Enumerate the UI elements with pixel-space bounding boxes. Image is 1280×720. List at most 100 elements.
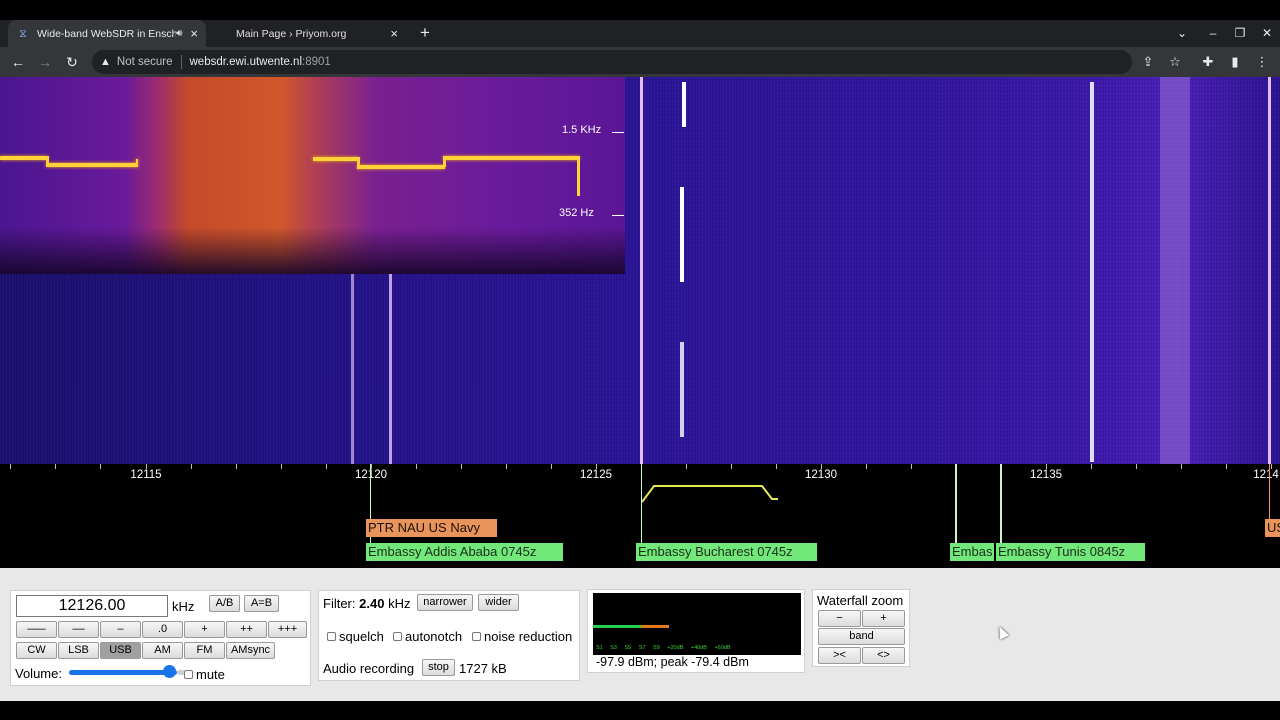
- recording-label: Audio recording: [323, 661, 415, 676]
- filter-readout: Filter: 2.40 kHz: [323, 596, 410, 611]
- side-panel-icon[interactable]: ▮: [1225, 52, 1245, 72]
- navigation-bar: ← → ↻ ▲ Not secure websdr.ewi.utwente.nl…: [0, 47, 1280, 77]
- restore-icon[interactable]: ❐: [1232, 23, 1248, 43]
- mode-lsb-button[interactable]: LSB: [58, 642, 99, 659]
- scale-tick: [191, 464, 192, 469]
- tab-priyom[interactable]: Main Page › Priyom.org ×: [210, 20, 406, 47]
- mute-checkbox[interactable]: mute: [184, 667, 225, 682]
- zoom-out-button[interactable]: −: [818, 610, 861, 627]
- back-icon[interactable]: ←: [8, 52, 28, 72]
- carrier-trace: [443, 156, 579, 160]
- scale-tick: [1136, 464, 1137, 469]
- tab-websdr[interactable]: ⧖ Wide-band WebSDR in Ensch 🔊︎ ×: [8, 20, 206, 47]
- step-down-small-button[interactable]: –: [100, 621, 141, 638]
- mute-check-icon: [184, 670, 193, 679]
- spectrogram-tick: [612, 215, 624, 216]
- close-window-icon[interactable]: ✕: [1259, 23, 1275, 43]
- extensions-icon[interactable]: ✚: [1198, 52, 1218, 72]
- new-tab-icon[interactable]: +: [416, 23, 434, 43]
- scale-tick: [731, 464, 732, 469]
- station-label[interactable]: Embassy Tunis 0845z: [996, 543, 1145, 561]
- passband-indicator[interactable]: [642, 484, 778, 506]
- signal-level-bar: [593, 625, 641, 628]
- scale-tick: [1181, 464, 1182, 469]
- mode-fm-button[interactable]: FM: [184, 642, 225, 659]
- share-icon[interactable]: ⇪: [1138, 52, 1158, 72]
- scale-tick: [1091, 464, 1092, 469]
- websdr-favicon-icon: ⧖: [19, 27, 27, 40]
- control-area: 12126.00 kHz A/B A=B ––– –– – .0 + ++ ++…: [0, 568, 1280, 701]
- signal-trace: [640, 77, 643, 464]
- noise-reduction-checkbox[interactable]: noise reduction: [472, 629, 572, 644]
- ab-button[interactable]: A/B: [209, 595, 240, 612]
- station-label[interactable]: Embassy Addis Ababa 0745z: [366, 543, 563, 561]
- volume-label: Volume:: [15, 666, 62, 681]
- a-equals-b-button[interactable]: A=B: [244, 595, 279, 612]
- carrier-trace: [357, 165, 445, 169]
- address-bar[interactable]: ▲ Not secure websdr.ewi.utwente.nl :8901: [92, 50, 1132, 74]
- scale-tick: [10, 464, 11, 469]
- waterfall-display[interactable]: 1.5 KHz 352 Hz: [0, 77, 1280, 464]
- address-separator: [180, 55, 182, 69]
- stop-recording-button[interactable]: stop: [422, 659, 455, 676]
- scale-tick: [866, 464, 867, 469]
- filter-panel: Filter: 2.40 kHz narrower wider squelch …: [318, 590, 580, 681]
- freq-label: 1214: [1253, 469, 1279, 481]
- menu-icon[interactable]: ⋮: [1252, 52, 1272, 72]
- forward-icon[interactable]: →: [35, 52, 55, 72]
- spectrogram-label-low: 352 Hz: [559, 207, 594, 219]
- mode-usb-button[interactable]: USB: [100, 642, 141, 659]
- mode-am-button[interactable]: AM: [142, 642, 183, 659]
- mode-cw-button[interactable]: CW: [16, 642, 57, 659]
- frequency-input[interactable]: 12126.00: [16, 595, 168, 617]
- narrower-button[interactable]: narrower: [417, 594, 473, 611]
- morse-trace: [682, 82, 686, 127]
- speaker-icon[interactable]: 🔊︎: [176, 28, 182, 39]
- close-tab-icon[interactable]: ×: [390, 26, 398, 41]
- carrier-trace: [313, 157, 359, 161]
- spectrogram-tick: [612, 132, 624, 133]
- frequency-scale[interactable]: 12115 12120 12125 12130 12135 1214 PTR N…: [0, 464, 1280, 568]
- tab-title: Wide-band WebSDR in Ensch: [37, 27, 177, 40]
- step-down-medium-button[interactable]: ––: [58, 621, 99, 638]
- scale-tick: [551, 464, 552, 469]
- freq-label: 12130: [805, 469, 837, 481]
- station-label[interactable]: PTR NAU US Navy: [366, 519, 497, 537]
- volume-slider-thumb[interactable]: [163, 665, 176, 678]
- zoom-band-button[interactable]: band: [818, 628, 905, 645]
- scale-tick: [911, 464, 912, 469]
- station-label[interactable]: US: [1265, 519, 1280, 537]
- signal-trace: [1090, 82, 1094, 462]
- waterfall-zoom-title: Waterfall zoom: [817, 593, 904, 608]
- zoom-in-button[interactable]: +: [862, 610, 905, 627]
- zoom-narrow-button[interactable]: ><: [818, 647, 861, 664]
- close-tab-icon[interactable]: ×: [190, 26, 198, 41]
- autonotch-checkbox[interactable]: autonotch: [393, 629, 462, 644]
- freq-label: 12135: [1030, 469, 1062, 481]
- reload-icon[interactable]: ↻: [62, 52, 82, 72]
- peak-level-bar: [641, 625, 669, 628]
- station-label[interactable]: Embassy Bucharest 0745z: [636, 543, 817, 561]
- squelch-checkbox[interactable]: squelch: [327, 629, 384, 644]
- screen-bottom-border: [0, 701, 1280, 720]
- round-frequency-button[interactable]: .0: [142, 621, 183, 638]
- tab-search-icon[interactable]: ⌄: [1174, 23, 1190, 43]
- signal-reading: -97.9 dBm; peak -79.4 dBm: [596, 655, 749, 669]
- signal-trace: [351, 274, 354, 464]
- zoom-wide-button[interactable]: <>: [862, 647, 905, 664]
- step-up-large-button[interactable]: +++: [268, 621, 307, 638]
- wider-button[interactable]: wider: [478, 594, 519, 611]
- mode-amsync-button[interactable]: AMsync: [226, 642, 275, 659]
- station-label[interactable]: Embas: [950, 543, 994, 561]
- step-up-medium-button[interactable]: ++: [226, 621, 267, 638]
- scale-tick: [326, 464, 327, 469]
- bookmark-star-icon[interactable]: ☆: [1165, 52, 1185, 72]
- freq-label: 12115: [130, 469, 162, 481]
- scale-tick: [1226, 464, 1227, 469]
- step-down-large-button[interactable]: –––: [16, 621, 57, 638]
- step-up-small-button[interactable]: +: [184, 621, 225, 638]
- morse-trace: [680, 187, 684, 282]
- scale-tick: [461, 464, 462, 469]
- scale-tick: [236, 464, 237, 469]
- minimize-icon[interactable]: –: [1205, 23, 1221, 43]
